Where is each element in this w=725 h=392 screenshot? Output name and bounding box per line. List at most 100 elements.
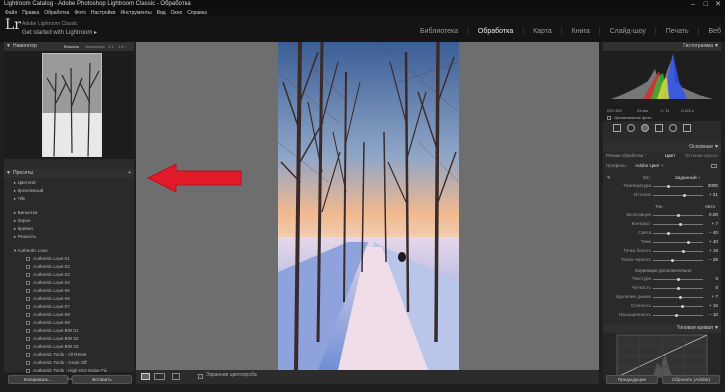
tint-slider[interactable]: Оттенок + 21 [603, 191, 721, 200]
copy-button[interactable]: Копировать... [8, 375, 68, 384]
presence-4-value[interactable]: − 10 [709, 311, 718, 319]
brush-icon[interactable] [683, 124, 691, 132]
navigator-fill[interactable]: Заполнить [85, 42, 105, 51]
preset-item[interactable]: Authentic Love 03 [4, 271, 134, 279]
temperature-slider[interactable]: Температура 3000 [603, 182, 721, 191]
module-0[interactable]: Библиотека [420, 28, 458, 35]
presence-0-knob[interactable] [677, 278, 680, 281]
tone-5-slider[interactable]: Точка черного − 26 [603, 256, 721, 265]
module-3[interactable]: Книга [572, 28, 590, 35]
profile-browser-icon[interactable] [711, 164, 717, 168]
reset-button[interactable]: Сбросить (Adobe) [662, 375, 720, 384]
preset-item[interactable]: Authentic Love 05 [4, 287, 134, 295]
temperature-track[interactable] [653, 186, 703, 187]
menu-item[interactable]: Файл [5, 10, 17, 16]
preset-item[interactable]: Authentic Love 06 [4, 295, 134, 303]
profile-dropdown[interactable]: Adobe Цвет ÷ [635, 162, 664, 170]
before-after-icon[interactable] [154, 373, 165, 380]
preset-item[interactable]: Authentic Love 01 [4, 255, 134, 263]
tone-4-value[interactable]: + 19 [709, 247, 718, 255]
menu-item[interactable]: Вид [157, 10, 166, 16]
preset-group[interactable]: ▸ Резкость [4, 233, 134, 241]
basic-header[interactable]: Основные ▼ [603, 143, 721, 152]
eyedropper-icon[interactable]: ✎ [607, 175, 611, 180]
module-5[interactable]: Печать [666, 28, 689, 35]
softproof-checkbox[interactable] [198, 374, 203, 379]
get-started-link[interactable]: Get started with Lightroom ▸ [22, 29, 97, 36]
presence-3-knob[interactable] [681, 305, 684, 308]
menu-item[interactable]: Правка [22, 10, 39, 16]
tone-curve-chart[interactable] [603, 333, 721, 379]
presence-2-slider[interactable]: Удаление дымки + 7 [603, 293, 721, 302]
presence-2-knob[interactable] [679, 296, 682, 299]
presence-3-value[interactable]: + 15 [709, 302, 718, 310]
temperature-knob[interactable] [667, 185, 670, 188]
loupe-view-icon[interactable] [141, 373, 150, 380]
tone-5-knob[interactable] [670, 259, 674, 262]
tint-track[interactable] [653, 195, 703, 196]
minimize-icon[interactable]: – [691, 0, 695, 9]
preset-item[interactable]: Authentic Love 02 [4, 263, 134, 271]
preset-item[interactable]: Authentic Love 08 [4, 311, 134, 319]
module-2[interactable]: Карта [533, 28, 552, 35]
presence-1-knob[interactable] [677, 287, 680, 290]
tone-5-value[interactable]: − 26 [709, 256, 718, 264]
tone-3-value[interactable]: + 40 [709, 238, 718, 246]
preset-item[interactable]: Authentic Tools - All Reset [4, 351, 134, 359]
presence-4-slider[interactable]: Насыщенность − 10 [603, 311, 721, 320]
preset-item[interactable]: Authentic Love BW 02 [4, 335, 134, 343]
image-workspace[interactable] [136, 42, 599, 370]
navigator-fit[interactable]: Вписать [64, 42, 79, 51]
preset-group[interactable]: ▸ Креативный [4, 187, 134, 195]
maximize-icon[interactable]: □ [704, 0, 708, 9]
tone-2-value[interactable]: − 40 [709, 229, 718, 237]
preset-folder-authentic-love[interactable]: ▾ Authentic Love [4, 247, 134, 255]
preset-item[interactable]: Authentic Love 04 [4, 279, 134, 287]
tone-3-track[interactable] [653, 242, 703, 243]
red-eye-icon[interactable] [641, 124, 649, 132]
module-4[interactable]: Слайд-шоу [610, 28, 646, 35]
menu-item[interactable]: Окно [171, 10, 183, 16]
tone-2-slider[interactable]: Света − 40 [603, 229, 721, 238]
tone-2-knob[interactable] [667, 232, 670, 235]
treatment-bw[interactable]: Оттенки серого [685, 152, 718, 160]
temperature-value[interactable]: 3000 [708, 182, 718, 190]
tone-3-knob[interactable] [687, 241, 690, 244]
menu-item[interactable]: Инструменты [120, 10, 151, 16]
presence-3-slider[interactable]: Сочность + 15 [603, 302, 721, 311]
presence-3-track[interactable] [653, 306, 703, 307]
tone-4-slider[interactable]: Точка белого + 19 [603, 247, 721, 256]
preset-item[interactable]: Authentic Love BW 03 [4, 343, 134, 351]
preset-group[interactable]: ▸ Зерно [4, 217, 134, 225]
presence-4-track[interactable] [653, 315, 703, 316]
tone-0-slider[interactable]: Экспозиция 0.00 [603, 211, 721, 220]
presence-0-value[interactable]: 0 [715, 275, 718, 283]
preset-item[interactable]: Authentic Love 09 [4, 319, 134, 327]
wb-dropdown[interactable]: Заданный ÷ [675, 174, 700, 182]
add-preset-icon[interactable]: + [128, 169, 131, 178]
before-after-split-icon[interactable] [172, 373, 180, 380]
preset-item[interactable]: Authentic Love BW 01 [4, 327, 134, 335]
crop-tool-icon[interactable] [613, 124, 621, 132]
treatment-color[interactable]: Цвет [665, 152, 675, 160]
navigator-zoom[interactable]: 1:4 ÷ [118, 42, 127, 51]
menu-item[interactable]: Настройки [91, 10, 116, 16]
radial-filter-icon[interactable] [669, 124, 677, 132]
preset-item[interactable]: Authentic Tools - Grain Off [4, 359, 134, 367]
menu-item[interactable]: Обработка [44, 10, 69, 16]
preset-group[interactable]: ▸ Ч/Б [4, 195, 134, 203]
preset-group[interactable]: ▸ Кривая [4, 225, 134, 233]
spot-removal-icon[interactable] [627, 124, 635, 132]
original-photo-row[interactable]: Оригинальное фото [603, 114, 721, 121]
auto-tone-button[interactable]: Авто [705, 203, 715, 211]
histogram-header[interactable]: Гистограмма ▼ [603, 42, 721, 51]
tone-5-track[interactable] [653, 260, 703, 261]
previous-button[interactable]: Предыдущие [606, 375, 658, 384]
graduated-filter-icon[interactable] [655, 124, 663, 132]
tone-1-slider[interactable]: Контраст + 7 [603, 220, 721, 229]
presence-0-slider[interactable]: Текстура 0 [603, 275, 721, 284]
navigator-1-1[interactable]: 1:1 [108, 42, 114, 51]
preset-group[interactable]: ▸ Цветной [4, 179, 134, 187]
tone-1-value[interactable]: + 7 [711, 220, 718, 228]
navigator-header[interactable]: ▼ Навигатор Вписать Заполнить 1:1 1:4 ÷ [4, 42, 134, 51]
